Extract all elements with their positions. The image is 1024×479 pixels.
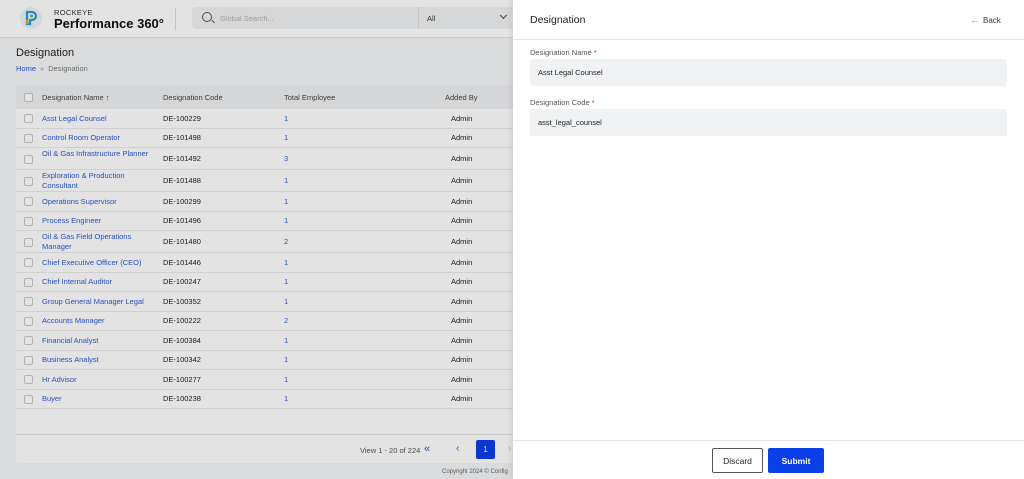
panel-header: Designation ← Back bbox=[513, 0, 1024, 40]
arrow-left-icon: ← bbox=[970, 15, 979, 25]
submit-button[interactable]: Submit bbox=[768, 448, 824, 473]
required-mark: * bbox=[593, 48, 597, 57]
required-mark: * bbox=[591, 98, 595, 107]
designation-name-input[interactable] bbox=[530, 59, 1007, 86]
designation-code-input[interactable] bbox=[530, 109, 1007, 136]
modal-backdrop[interactable] bbox=[0, 0, 513, 479]
panel-title: Designation bbox=[530, 14, 586, 26]
back-button[interactable]: ← Back bbox=[970, 15, 1001, 25]
discard-button[interactable]: Discard bbox=[712, 448, 763, 473]
back-label: Back bbox=[983, 16, 1001, 25]
designation-name-label: Designation Name * bbox=[530, 48, 597, 57]
designation-panel: Designation ← Back Designation Name * Des… bbox=[513, 0, 1024, 479]
panel-footer: Discard Submit bbox=[513, 440, 1024, 479]
designation-code-label: Designation Code * bbox=[530, 98, 595, 107]
